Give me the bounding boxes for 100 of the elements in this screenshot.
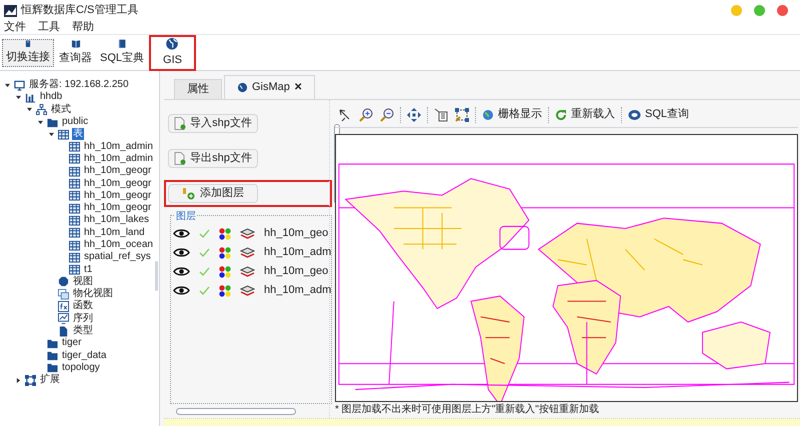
tree-item[interactable]: hh_10m_geogr: [83, 190, 152, 202]
eye-icon[interactable]: [173, 266, 190, 277]
table-icon: [69, 202, 80, 214]
tree-item[interactable]: 视图: [72, 276, 94, 288]
tree-item[interactable]: topology: [61, 362, 101, 374]
color-dots-icon[interactable]: [219, 266, 231, 278]
folder-icon: [47, 338, 58, 349]
color-dots-icon[interactable]: [219, 246, 231, 258]
menu-item[interactable]: 帮助: [72, 19, 94, 36]
table-icon: [69, 227, 80, 238]
eye-icon[interactable]: [173, 285, 190, 296]
hierarchy-icon: [36, 104, 47, 116]
caret-icon[interactable]: [26, 107, 32, 112]
window-title: 恒辉数据库C/S管理工具: [21, 2, 138, 18]
layers-icon: [240, 285, 255, 296]
tree-item[interactable]: public: [61, 116, 90, 128]
tree-item[interactable]: 表: [72, 128, 84, 140]
toolbar-button[interactable]: SQL查询: [625, 104, 692, 124]
tree-item[interactable]: 序列: [72, 312, 94, 325]
close-icon[interactable]: ✕: [294, 80, 302, 95]
globe-icon: [482, 108, 494, 120]
refresh-icon: [555, 108, 567, 120]
zoom-in-icon: [359, 108, 373, 122]
toolbar-button[interactable]: 切换连接: [2, 38, 54, 66]
function-icon: [58, 300, 69, 312]
tree-item[interactable]: tiger_data: [61, 350, 108, 362]
table-icon: [69, 264, 80, 276]
tree-item[interactable]: hh_10m_geogr: [83, 165, 152, 178]
full-extent-icon: [455, 108, 469, 122]
layer-name[interactable]: hh_10m_adm: [264, 282, 332, 299]
check-icon[interactable]: [199, 229, 210, 238]
frame-icon: [25, 374, 36, 386]
tree-item[interactable]: t1: [83, 264, 94, 276]
caret-icon[interactable]: [38, 120, 42, 125]
check-icon[interactable]: [199, 286, 210, 295]
action-button[interactable]: 导出shp文件: [168, 149, 258, 168]
file-import-icon: [174, 117, 186, 130]
layer-name[interactable]: hh_10m_geo: [264, 225, 328, 242]
tree-item[interactable]: hh_10m_lakes: [83, 214, 150, 226]
octagon-icon: [58, 276, 69, 288]
action-button[interactable]: 导入shp文件: [168, 114, 258, 133]
caret-icon[interactable]: [48, 132, 54, 137]
caret-icon[interactable]: [16, 378, 20, 383]
tree-item[interactable]: hh_10m_geogr: [83, 202, 152, 214]
toolbar-button[interactable]: 重新载入: [552, 104, 618, 124]
tab[interactable]: 属性: [174, 79, 222, 99]
hint-text: * 图层加载不出来时可使用图层上方"重新载入"按钮重新加载: [335, 402, 600, 417]
line-chart-icon: [58, 313, 69, 324]
menu-item[interactable]: 文件: [4, 19, 26, 36]
eye-icon[interactable]: [173, 247, 190, 258]
zoom-out-icon: [380, 108, 394, 122]
tree-item[interactable]: hh_10m_admin: [83, 140, 154, 153]
pointer-icon: [338, 108, 352, 122]
tree-item[interactable]: 模式: [50, 104, 72, 116]
toolbar-button[interactable]: SQL宝典: [97, 38, 148, 66]
pin-add-icon: [182, 188, 196, 200]
app-logo-icon: [4, 4, 17, 16]
tree-item[interactable]: spatial_ref_sys: [83, 251, 152, 264]
table-icon: [69, 240, 80, 250]
tree-item[interactable]: tiger: [61, 337, 82, 350]
menu-item[interactable]: 工具: [38, 19, 60, 36]
tree-item[interactable]: hh_10m_admin: [83, 152, 154, 165]
tree-item[interactable]: 物化视图: [72, 288, 114, 300]
folder-icon: [47, 116, 58, 128]
close-button[interactable]: [777, 5, 788, 16]
check-icon[interactable]: [199, 248, 210, 257]
table-icon: [69, 214, 80, 226]
tree-item[interactable]: hh_10m_land: [83, 226, 146, 239]
caret-icon[interactable]: [4, 82, 10, 88]
action-button[interactable]: 添加图层: [168, 184, 258, 203]
stacked-windows-icon: [58, 288, 69, 300]
monitor-icon: [14, 80, 25, 91]
tree-item[interactable]: 类型: [72, 325, 94, 338]
tab[interactable]: GisMap ✕: [224, 75, 315, 99]
globe-icon: [237, 82, 248, 93]
caret-icon[interactable]: [16, 94, 20, 100]
table-icon: [69, 190, 80, 202]
tree-item[interactable]: 服务器: 192.168.2.250: [28, 79, 130, 92]
table-icon: [58, 128, 69, 140]
layer-name[interactable]: hh_10m_adm: [264, 244, 332, 261]
toolbar-button[interactable]: GIS: [149, 34, 196, 70]
eye-icon[interactable]: [173, 228, 190, 239]
tree-item[interactable]: hhdb: [39, 91, 64, 104]
tree-item[interactable]: hh_10m_ocean: [83, 239, 154, 251]
file-export-icon: [174, 152, 186, 165]
list-pointer-icon: [434, 108, 448, 122]
four-arrows-icon: [407, 108, 421, 122]
color-dots-icon[interactable]: [219, 228, 231, 240]
color-dots-icon[interactable]: [219, 284, 231, 296]
layers-icon: [240, 266, 255, 277]
check-icon[interactable]: [199, 267, 210, 276]
layer-name[interactable]: hh_10m_geo: [264, 263, 328, 280]
tree-item[interactable]: hh_10m_geogr: [83, 178, 152, 190]
tree-item[interactable]: 扩展: [39, 374, 61, 386]
toolbar-button[interactable]: 栅格显示: [479, 104, 545, 124]
tree-item[interactable]: 函数: [72, 300, 94, 312]
layers-icon: [240, 228, 255, 239]
layers-icon: [240, 247, 255, 258]
toolbar-button[interactable]: 查询器: [56, 38, 95, 66]
table-icon: [69, 153, 80, 164]
